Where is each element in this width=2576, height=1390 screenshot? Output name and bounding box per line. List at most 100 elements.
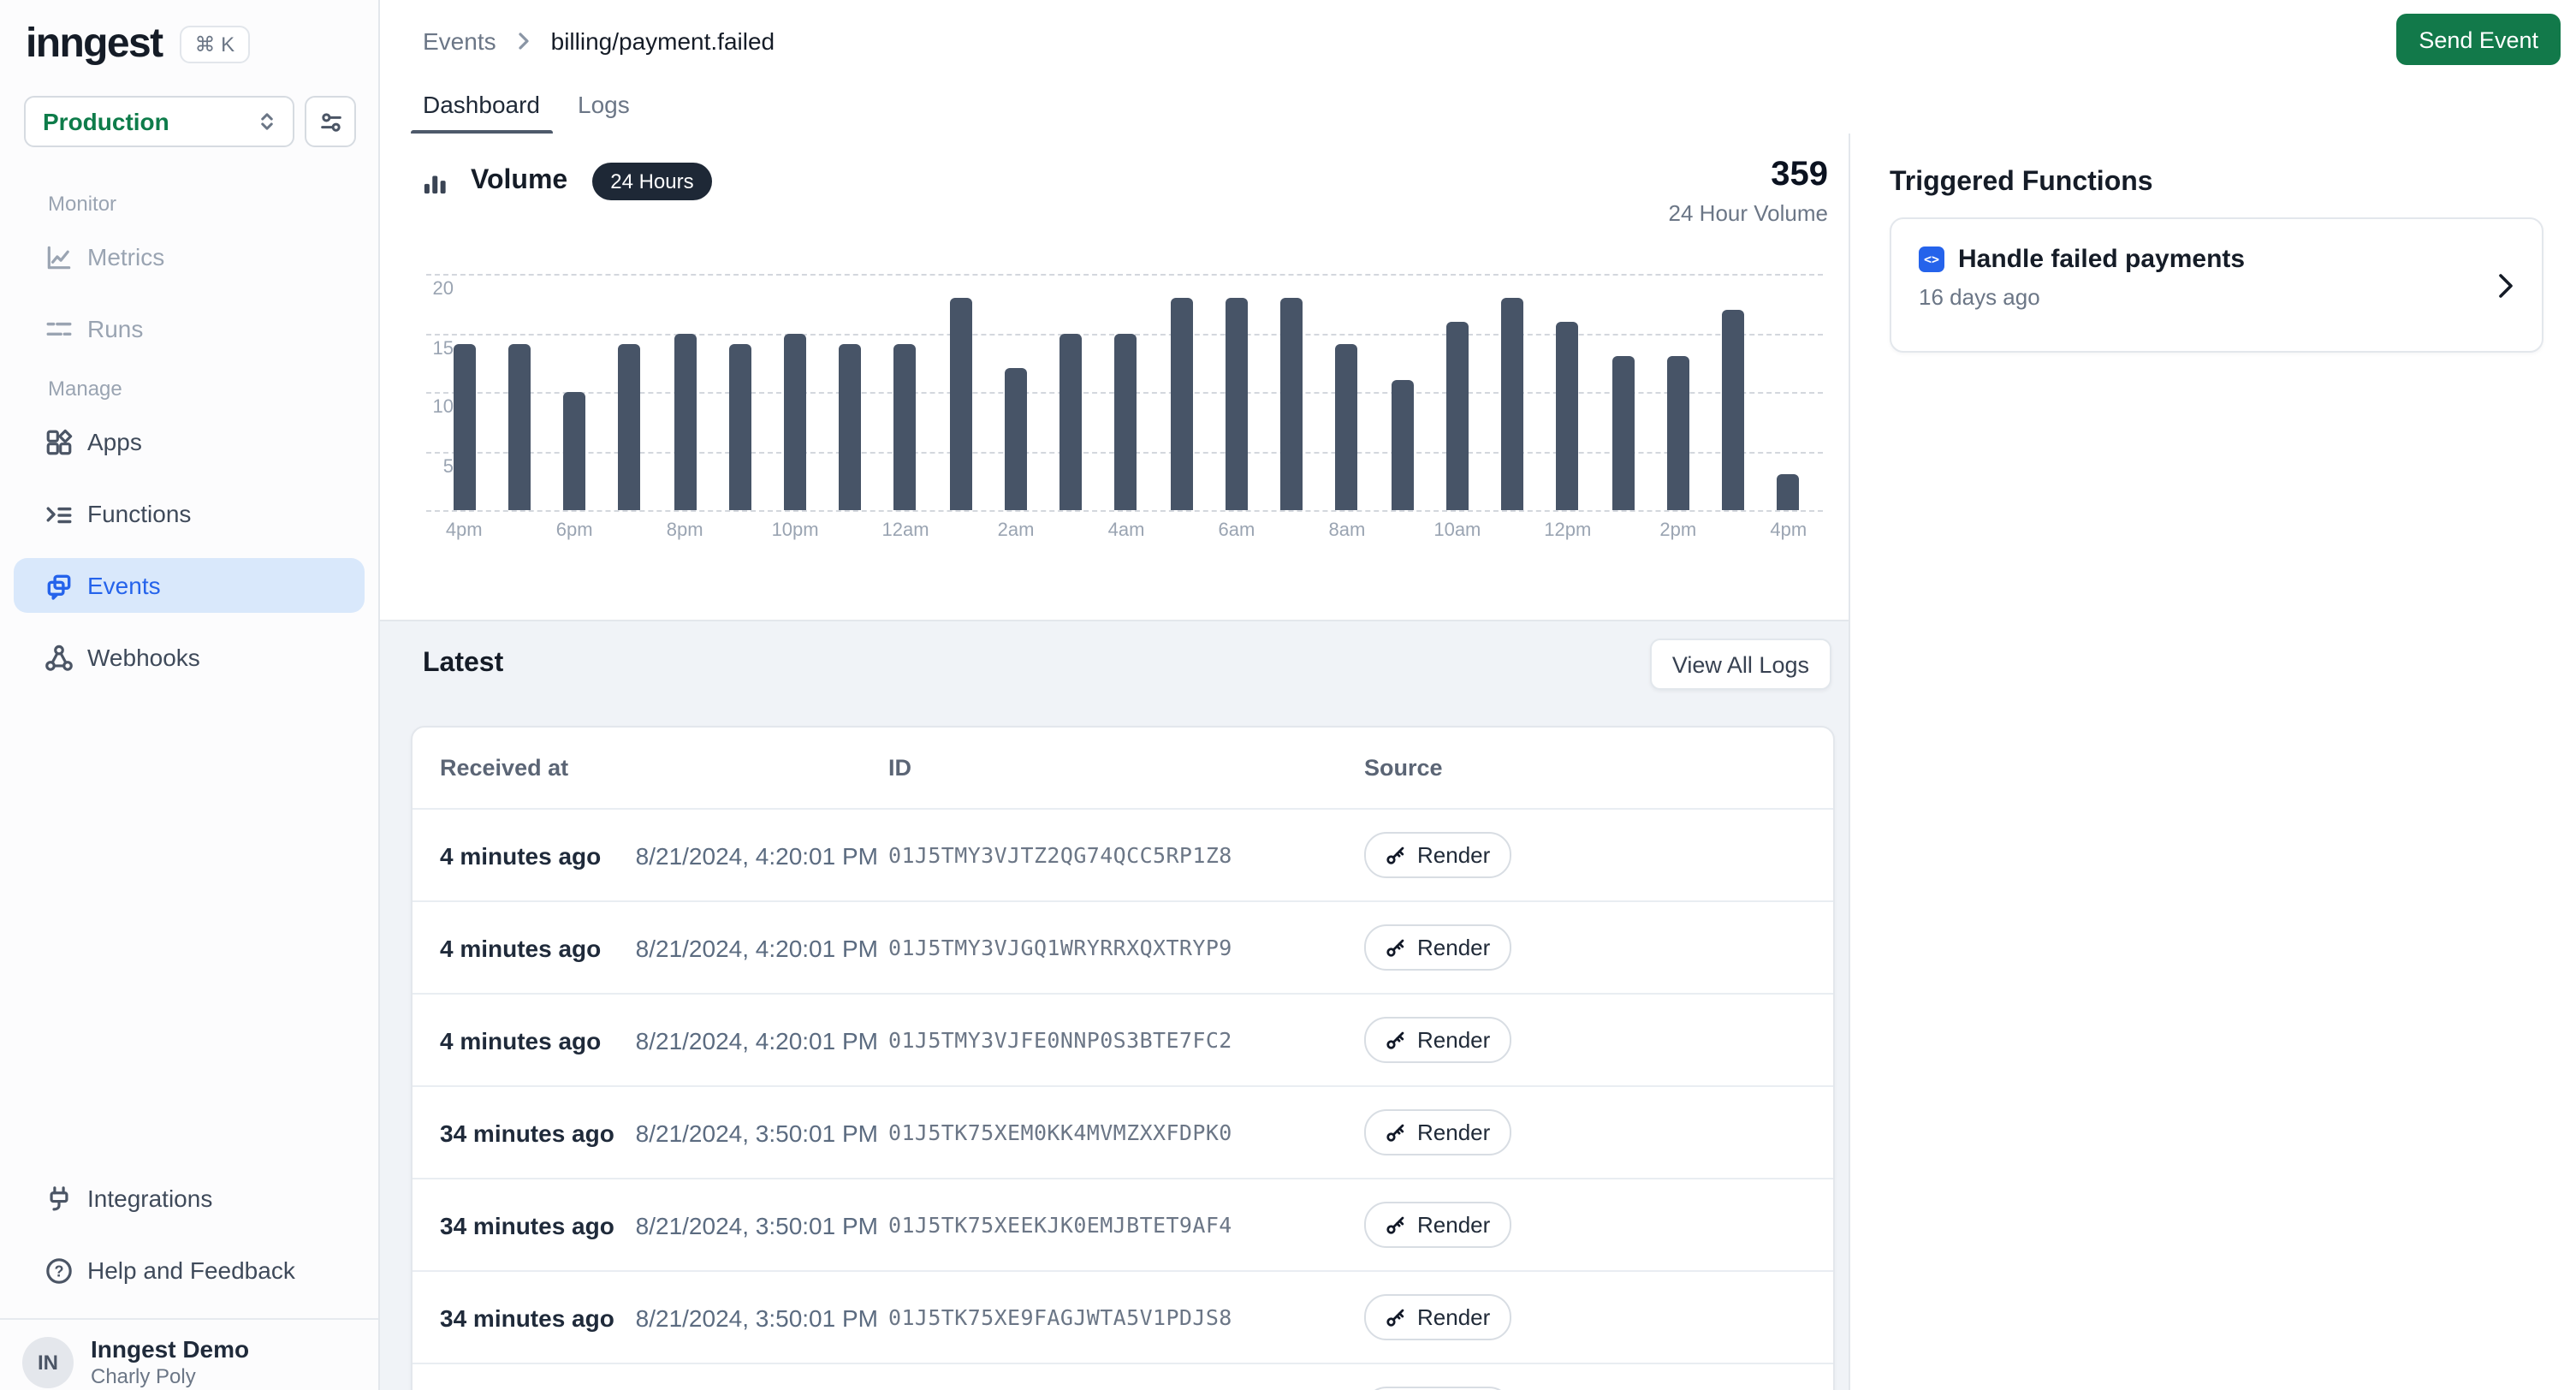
chart-bar-12am (894, 345, 917, 510)
event-received: 34 minutes ago (440, 1304, 618, 1331)
sidebar-item-label: Integrations (87, 1185, 212, 1212)
chart-bar-11pm (840, 345, 862, 510)
user-name: Charly Poly (91, 1364, 249, 1390)
source-name: Render (1417, 842, 1490, 868)
x-axis-label: 12pm (1544, 520, 1591, 541)
sidebar-item-integrations[interactable]: Integrations (14, 1171, 365, 1226)
event-timestamp: 8/21/2024, 4:20:01 PM (618, 1026, 878, 1054)
sidebar-item-metrics[interactable]: Metrics (14, 229, 365, 284)
event-row[interactable]: 34 minutes ago 8/21/2024, 3:50:01 PM 01J… (413, 1272, 1833, 1364)
key-icon (1385, 1121, 1407, 1143)
chart-bar-3am (1059, 333, 1082, 510)
x-axis-label: 4pm (1770, 520, 1807, 541)
breadcrumb-events-link[interactable]: Events (423, 27, 496, 55)
triggered-functions-title: Triggered Functions (1850, 134, 2576, 199)
event-received: 34 minutes ago (440, 1119, 618, 1146)
function-card[interactable]: <> Handle failed payments 16 days ago (1890, 217, 2543, 353)
org-name: Inngest Demo (91, 1335, 249, 1364)
event-row[interactable]: 4 minutes ago 8/21/2024, 4:20:01 PM 01J5… (413, 810, 1833, 902)
metrics-chart-icon (45, 242, 74, 271)
sidebar-item-runs[interactable]: Runs (14, 301, 365, 356)
event-row[interactable]: 34 minutes ago 8/21/2024, 3:50:01 PM 01J… (413, 1087, 1833, 1179)
view-all-logs-button[interactable]: View All Logs (1650, 639, 1831, 690)
sliders-icon (318, 109, 343, 134)
chart-bar-3pm (1722, 309, 1744, 510)
source-name: Render (1417, 1027, 1490, 1053)
chart-bar-2am (1005, 368, 1027, 510)
sidebar-nav: Monitor Metrics Runs Manage (0, 147, 378, 702)
chart-bar-7am (1280, 298, 1303, 510)
source-name: Render (1417, 1212, 1490, 1238)
x-axis-label: 4pm (446, 520, 483, 541)
key-icon (1385, 1306, 1407, 1328)
volume-chart: 51015204pm6pm8pm10pm12am2am4am6am8am10am… (380, 134, 1849, 620)
tab-logs[interactable]: Logs (566, 91, 642, 134)
table-header: Received at ID Source (413, 728, 1833, 810)
source-badge: Render (1364, 1017, 1511, 1063)
breadcrumb-current: billing/payment.failed (551, 27, 775, 55)
event-id: 01J5TK75XEEKJK0EMJBTET9AF4 (878, 1212, 1364, 1238)
x-axis-label: 6am (1219, 520, 1255, 541)
chart-bar-4pm (453, 345, 475, 510)
x-axis-label: 2am (998, 520, 1035, 541)
sidebar-item-label: Webhooks (87, 644, 200, 671)
sidebar-item-help[interactable]: ? Help and Feedback (14, 1243, 365, 1298)
environment-filter-button[interactable] (305, 96, 356, 147)
event-row[interactable]: 34 minutes ago 8/21/2024, 3:50:01 PM 01J… (413, 1179, 1833, 1272)
environment-selector[interactable]: Production (24, 96, 294, 147)
sidebar-item-label: Functions (87, 500, 191, 527)
app-window: inngest ⌘ K Production (0, 0, 2576, 1390)
key-icon (1385, 936, 1407, 959)
source-name: Render (1417, 935, 1490, 960)
sidebar-item-webhooks[interactable]: Webhooks (14, 630, 365, 685)
chart-bar-1pm (1611, 357, 1634, 510)
event-timestamp: 8/21/2024, 4:20:01 PM (618, 841, 878, 869)
column-id: ID (878, 755, 1364, 781)
function-icon: <> (1919, 247, 1944, 272)
send-event-button[interactable]: Send Event (2396, 14, 2561, 65)
volume-section: Volume 24 Hours 359 24 Hour Volume 51015… (380, 134, 1849, 621)
nav-section-manage: Manage (0, 377, 378, 414)
avatar: IN (22, 1337, 74, 1388)
event-row[interactable]: 44 minutes ago 8/21/2024, 3:40:01 PM 01J… (413, 1364, 1833, 1390)
chart-bar-8am (1336, 345, 1358, 510)
table-body: 4 minutes ago 8/21/2024, 4:20:01 PM 01J5… (413, 810, 1833, 1390)
event-id: 01J5TMY3VJGQ1WRYRRXQXTRYP9 (878, 935, 1364, 960)
sidebar-item-functions[interactable]: Functions (14, 486, 365, 541)
chevron-up-down-icon (255, 110, 279, 134)
column-source: Source (1364, 755, 1806, 781)
event-timestamp: 8/21/2024, 3:50:01 PM (618, 1304, 878, 1331)
command-k-shortcut[interactable]: ⌘ K (180, 26, 251, 63)
key-icon (1385, 844, 1407, 866)
tab-dashboard[interactable]: Dashboard (411, 91, 552, 134)
chart-bar-2pm (1667, 357, 1689, 510)
sidebar-item-label: Metrics (87, 243, 164, 270)
x-axis-label: 12am (882, 520, 929, 541)
functions-icon (45, 499, 74, 528)
account-menu[interactable]: IN Inngest Demo Charly Poly (0, 1320, 378, 1390)
chevron-right-icon (2499, 274, 2513, 298)
event-timestamp: 8/21/2024, 3:50:01 PM (618, 1211, 878, 1239)
chart-bar-5am (1170, 298, 1192, 510)
source-badge: Render (1364, 832, 1511, 878)
page-header: Events billing/payment.failed Dashboard … (380, 0, 2576, 135)
chart-bar-10am (1446, 321, 1469, 510)
sidebar-item-label: Apps (87, 428, 142, 455)
chart-bar-4pm (1777, 475, 1799, 510)
breadcrumb: Events billing/payment.failed (380, 0, 2576, 82)
svg-text:?: ? (54, 1262, 63, 1279)
event-timestamp: 8/21/2024, 3:50:01 PM (618, 1119, 878, 1146)
chart-bar-8pm (674, 333, 696, 510)
webhooks-nodes-icon (45, 643, 74, 672)
event-row[interactable]: 4 minutes ago 8/21/2024, 4:20:01 PM 01J5… (413, 995, 1833, 1087)
key-icon (1385, 1214, 1407, 1236)
sidebar-item-events[interactable]: Events (14, 558, 365, 613)
apps-grid-icon (45, 427, 74, 456)
event-id: 01J5TMY3VJTZ2QG74QCC5RP1Z8 (878, 842, 1364, 868)
x-axis-label: 10am (1433, 520, 1481, 541)
x-axis-label: 2pm (1659, 520, 1696, 541)
event-row[interactable]: 4 minutes ago 8/21/2024, 4:20:01 PM 01J5… (413, 902, 1833, 995)
chart-bar-9pm (729, 345, 751, 510)
sidebar-item-apps[interactable]: Apps (14, 414, 365, 469)
chart-bar-6am (1226, 298, 1248, 510)
